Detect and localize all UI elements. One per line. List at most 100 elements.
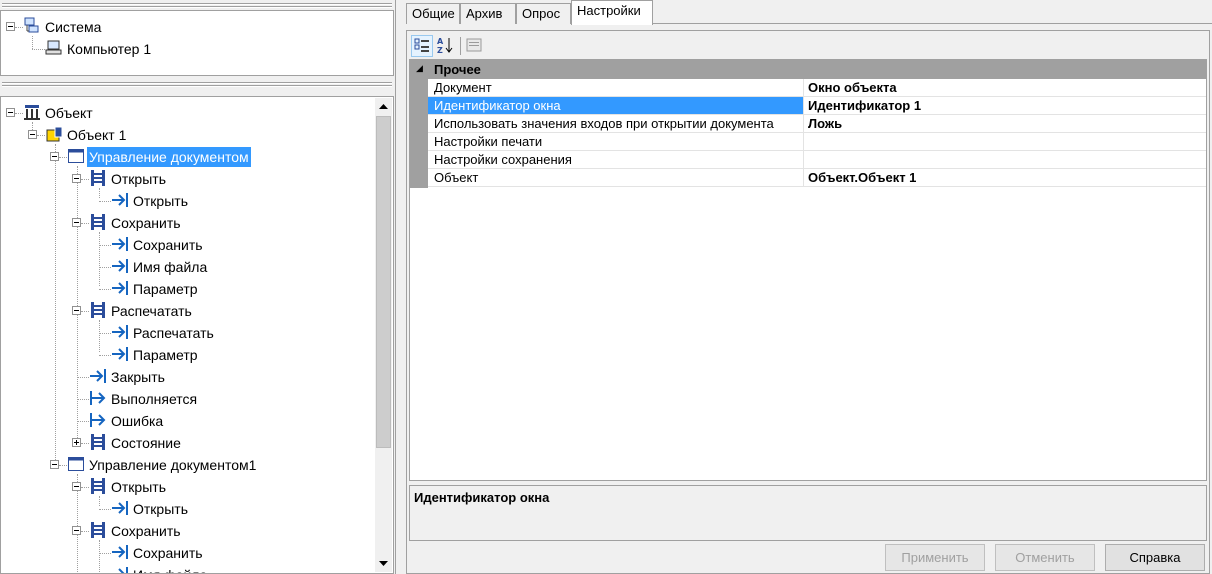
tab-archive[interactable]: Архив (460, 3, 516, 24)
tree-node-selected[interactable]: Управление документом (87, 147, 251, 167)
input-arrow-icon (112, 259, 128, 273)
property-value[interactable]: Окно объекта (805, 79, 1206, 96)
tree-node[interactable]: Параметр (131, 345, 200, 365)
property-grid: ◢ Прочее Документ Окно объекта Идентифик… (409, 59, 1207, 481)
property-value[interactable] (805, 151, 1206, 168)
input-arrow-icon (112, 237, 128, 251)
tree-node[interactable]: Имя файла (131, 257, 209, 277)
computer-network-icon (24, 17, 39, 33)
tree-node[interactable]: Имя файла (131, 565, 209, 573)
tree-node[interactable]: Выполняется (109, 389, 199, 409)
collapse-toggle[interactable] (50, 152, 59, 161)
tab-polling[interactable]: Опрос (516, 3, 571, 24)
expand-toggle[interactable] (72, 438, 81, 447)
apply-button[interactable]: Применить (885, 544, 985, 571)
scroll-thumb[interactable] (376, 116, 391, 448)
tree-node[interactable]: Распечатать (131, 323, 216, 343)
tab-label: Опрос (522, 6, 561, 21)
tree-node[interactable]: Открыть (109, 477, 168, 497)
tree-node-label: Открыть (133, 501, 188, 517)
property-row[interactable]: Объект Объект.Объект 1 (428, 169, 1206, 187)
collapse-toggle[interactable] (50, 460, 59, 469)
tree-node-label: Сохранить (133, 237, 203, 253)
dialog-buttons: Применить Отменить Справка (409, 543, 1207, 573)
collapse-toggle[interactable] (72, 482, 81, 491)
input-arrow-icon (112, 281, 128, 295)
command-group-icon (91, 434, 105, 450)
tree-node[interactable]: Сохранить (109, 213, 183, 233)
tree-node[interactable]: Параметр (131, 279, 200, 299)
cancel-button[interactable]: Отменить (995, 544, 1095, 571)
scroll-up-button[interactable] (375, 98, 392, 115)
property-row[interactable]: Использовать значения входов при открыти… (428, 115, 1206, 133)
command-group-icon (91, 522, 105, 538)
categorized-icon (414, 38, 429, 52)
tree-node-label: Имя файла (133, 259, 208, 275)
help-button[interactable]: Справка (1105, 544, 1205, 571)
tree-node[interactable]: Сохранить (131, 543, 205, 563)
property-grid-gutter (410, 60, 428, 188)
object-pane-grip[interactable] (0, 78, 394, 87)
tab-label: Общие (412, 6, 455, 21)
property-value[interactable]: Объект.Объект 1 (805, 169, 1206, 186)
tree-node[interactable]: Объект 1 (65, 125, 128, 145)
collapse-toggle[interactable] (72, 218, 81, 227)
object-tree-scrollbar[interactable] (375, 98, 392, 572)
collapse-toggle[interactable] (6, 22, 15, 31)
tree-node[interactable]: Сохранить (109, 521, 183, 541)
collapse-toggle[interactable] (72, 526, 81, 535)
tree-node[interactable]: Распечатать (109, 301, 194, 321)
collapse-toggle[interactable] (72, 306, 81, 315)
tree-node-label: Открыть (133, 193, 188, 209)
collapse-toggle[interactable] (6, 108, 15, 117)
collapse-category-icon[interactable]: ◢ (416, 63, 423, 74)
property-row-selected[interactable]: Идентификатор окна Идентификатор 1 (428, 97, 1206, 115)
object-tree: Объект Объект 1 Управление документом От… (0, 96, 394, 574)
tree-node[interactable]: Открыть (131, 191, 190, 211)
svg-text:Z: Z (437, 46, 443, 55)
command-group-icon (91, 214, 105, 230)
vertical-splitter[interactable] (395, 0, 404, 574)
sort-alphabetical-button[interactable]: A Z (435, 35, 457, 57)
property-row[interactable]: Настройки сохранения (428, 151, 1206, 169)
property-value[interactable]: Идентификатор 1 (805, 97, 1206, 114)
property-pages-button[interactable] (464, 35, 486, 57)
tree-node[interactable]: Сохранить (131, 235, 205, 255)
tree-node-label: Система (45, 19, 102, 35)
tree-node-label: Выполняется (111, 391, 198, 407)
tree-node-computer[interactable]: Компьютер 1 (65, 39, 153, 59)
tree-node-system[interactable]: Система (43, 17, 103, 37)
input-arrow-icon (112, 347, 128, 361)
property-name: Настройки печати (428, 133, 804, 150)
property-row[interactable]: Документ Окно объекта (428, 79, 1206, 97)
property-description: Идентификатор окна (409, 485, 1207, 541)
collapse-toggle[interactable] (28, 130, 37, 139)
tab-bar: Общие Архив Опрос Настройки (406, 0, 1212, 25)
tree-node[interactable]: Объект (43, 103, 95, 123)
command-group-icon (91, 170, 105, 186)
sort-az-icon: A Z (437, 37, 453, 55)
tree-node-label: Параметр (133, 347, 198, 363)
property-value[interactable] (805, 133, 1206, 150)
scroll-up-arrow-icon (379, 104, 388, 109)
category-header[interactable]: ◢ Прочее (410, 60, 1206, 79)
property-row[interactable]: Настройки печати (428, 133, 1206, 151)
tree-node[interactable]: Ошибка (109, 411, 165, 431)
property-name: Документ (428, 79, 804, 96)
tree-node[interactable]: Открыть (131, 499, 190, 519)
scroll-down-button[interactable] (375, 555, 392, 572)
tree-node[interactable]: Открыть (109, 169, 168, 189)
tree-node-label: Распечатать (133, 325, 214, 341)
tree-node[interactable]: Закрыть (109, 367, 167, 387)
tree-node[interactable]: Состояние (109, 433, 183, 453)
categorized-button[interactable] (411, 35, 433, 57)
tab-settings[interactable]: Настройки (571, 0, 653, 25)
collapse-toggle[interactable] (72, 174, 81, 183)
property-name: Объект (428, 169, 804, 186)
property-value[interactable]: Ложь (805, 115, 1206, 132)
description-title: Идентификатор окна (414, 490, 550, 505)
computer-icon (45, 40, 62, 55)
system-pane-grip[interactable] (0, 0, 394, 9)
tree-node[interactable]: Управление документом1 (87, 455, 258, 475)
tab-general[interactable]: Общие (406, 3, 460, 24)
